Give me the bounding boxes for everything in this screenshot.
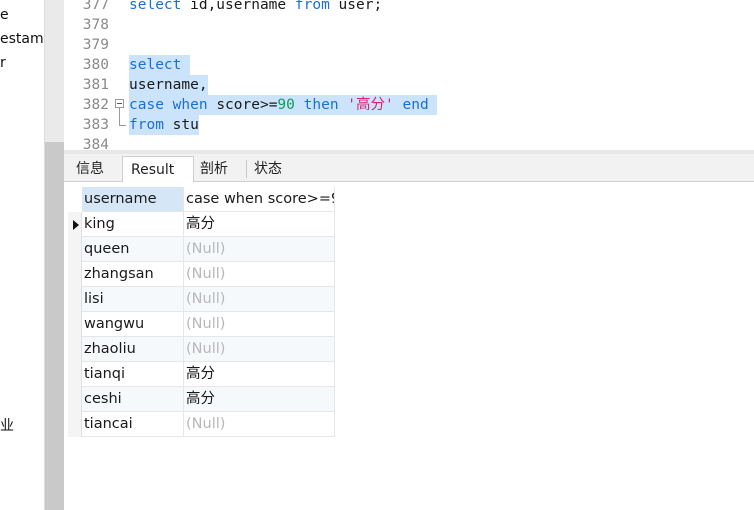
tab-result-1[interactable]: Result 1 <box>122 156 194 204</box>
cell-username[interactable]: zhangsan <box>82 262 184 287</box>
row-header[interactable] <box>68 262 82 287</box>
code-text: select <box>129 55 191 75</box>
cell-score-label[interactable]: (Null) <box>184 412 335 437</box>
cell-score-label[interactable]: (Null) <box>184 262 335 287</box>
fold-guide <box>119 125 126 126</box>
tab-info[interactable]: 信息 <box>68 156 120 182</box>
navigator-fragment[interactable]: 业 <box>0 415 14 435</box>
code-line[interactable]: 383 from stu <box>64 115 754 135</box>
line-number: 384 <box>82 137 109 150</box>
line-number: 379 <box>82 37 109 53</box>
sql-editor[interactable]: 377 select id,username from user; 378 379 38… <box>64 0 754 150</box>
cell-username[interactable]: tiancai <box>82 412 184 437</box>
row-header[interactable] <box>68 412 82 437</box>
cell-username[interactable]: king <box>82 212 184 237</box>
line-number: 377 <box>82 0 109 13</box>
cell-username[interactable]: lisi <box>82 287 184 312</box>
code-text: select id,username from user; <box>129 0 382 15</box>
cell-username[interactable]: queen <box>82 237 184 262</box>
column-header[interactable]: case when score>=90 then '高分' end <box>184 187 335 212</box>
row-header[interactable] <box>68 362 82 387</box>
row-header[interactable] <box>68 212 82 237</box>
sql-text: score>= <box>216 97 278 113</box>
cell-username[interactable]: zhaoliu <box>82 337 184 362</box>
cell-username[interactable]: wangwu <box>82 312 184 337</box>
row-header[interactable] <box>68 312 82 337</box>
row-header[interactable] <box>68 287 82 312</box>
fold-guide <box>119 115 120 125</box>
line-number: 381 <box>82 77 109 93</box>
sql-keyword: end <box>402 97 438 113</box>
row-header[interactable] <box>68 337 82 362</box>
navigator-fragment[interactable]: e <box>0 7 9 23</box>
row-header[interactable] <box>68 387 82 412</box>
code-line[interactable]: 378 <box>64 15 754 35</box>
current-row-arrow-icon <box>73 220 79 230</box>
vertical-scrollbar[interactable] <box>45 0 64 510</box>
sql-text: id,username <box>190 0 295 13</box>
sql-keyword: select <box>129 57 191 73</box>
line-number: 383 <box>82 117 109 133</box>
sql-number: 90 <box>277 97 295 113</box>
cell-score-label[interactable]: 高分 <box>184 362 335 387</box>
code-text: from stu <box>129 115 199 135</box>
code-line[interactable]: 377 select id,username from user; <box>64 0 754 15</box>
sql-text: username, <box>129 77 208 93</box>
sql-keyword: select <box>129 0 191 13</box>
fold-toggle-icon[interactable] <box>115 99 124 108</box>
code-text: username, <box>129 75 208 95</box>
sql-keyword: from <box>294 0 339 13</box>
code-line[interactable]: 384 <box>64 135 754 150</box>
scrollbar-thumb[interactable] <box>45 142 64 510</box>
sql-text: stu <box>172 117 199 133</box>
cell-score-label[interactable]: 高分 <box>184 212 335 237</box>
code-text: case when score>=90 then '高分' end <box>129 95 438 115</box>
cell-score-label[interactable]: (Null) <box>184 337 335 362</box>
cell-score-label[interactable]: (Null) <box>184 312 335 337</box>
cell-score-label[interactable]: (Null) <box>184 237 335 262</box>
row-header[interactable] <box>68 237 82 262</box>
object-navigator: e estam r 业 <box>0 0 44 510</box>
code-line[interactable]: 380 select <box>64 55 754 75</box>
navigator-fragment[interactable]: r <box>0 55 6 71</box>
code-line[interactable]: 382 case when score>=90 then '高分' end <box>64 95 754 125</box>
grid-corner <box>68 187 82 212</box>
sql-keyword: when <box>172 97 217 113</box>
sql-string: '高分' <box>347 97 394 113</box>
cell-score-label[interactable]: 高分 <box>184 387 335 412</box>
tab-profile[interactable]: 剖析 <box>192 156 246 182</box>
tab-status[interactable]: 状态 <box>246 156 298 182</box>
navigator-fragment[interactable]: estam <box>0 31 44 47</box>
line-number: 378 <box>82 17 109 33</box>
code-line[interactable]: 379 <box>64 35 754 55</box>
sql-keyword: case <box>129 97 173 113</box>
column-header[interactable]: username <box>82 187 184 212</box>
cell-score-label[interactable]: (Null) <box>184 287 335 312</box>
sql-keyword: then <box>303 97 348 113</box>
code-line[interactable]: 381 username, <box>64 75 754 95</box>
cell-username[interactable]: ceshi <box>82 387 184 412</box>
sql-text: user; <box>338 0 383 13</box>
sql-keyword: from <box>129 117 173 133</box>
line-number: 380 <box>82 57 109 73</box>
cell-username[interactable]: tianqi <box>82 362 184 387</box>
line-number: 382 <box>82 97 109 113</box>
result-tab-bar: 信息Result 1剖析状态 <box>64 154 754 204</box>
